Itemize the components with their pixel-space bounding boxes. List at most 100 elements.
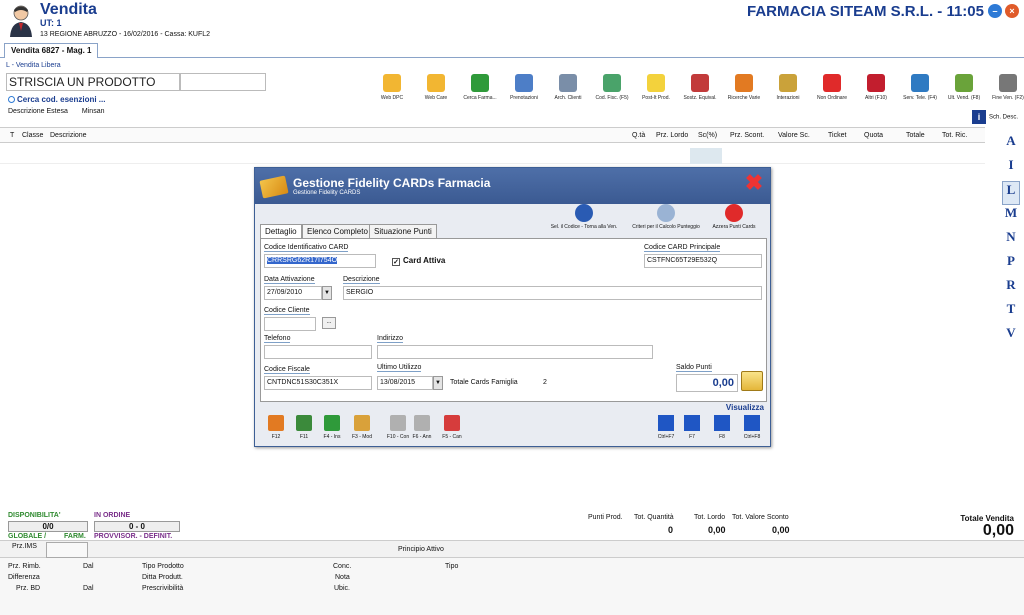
dialog-action-3[interactable]: Azzera Punti Cards xyxy=(703,204,765,236)
toolbar-button-13[interactable]: Serv. Tele. (F4) xyxy=(898,74,942,106)
column-header: Q.tà xyxy=(632,132,646,139)
barcode-extra-input[interactable] xyxy=(180,73,266,91)
toolbar-button-icon xyxy=(383,74,401,92)
column-header: Quota xyxy=(864,132,884,139)
toolbar-button-icon xyxy=(603,74,621,92)
toolbar-button-icon xyxy=(999,74,1017,92)
table-row[interactable] xyxy=(0,148,985,164)
alphabet-letter-l[interactable]: L xyxy=(1002,181,1020,205)
footer-button-icon xyxy=(390,415,406,431)
card-code-field[interactable]: CRRSRG62R17I754O xyxy=(264,254,376,268)
global-label: GLOBALE / xyxy=(8,533,47,540)
refund-price-label: Prz. Rimb. xyxy=(8,563,41,570)
fiscal-code-field[interactable]: CNTDNC51S30C351X xyxy=(264,376,372,390)
footer-button-4[interactable]: F3 - Mod xyxy=(348,415,376,445)
search-exemption-link[interactable]: Cerca cod. esenzioni ... xyxy=(8,95,105,104)
main-card-field[interactable]: CSTFNC65T29E532Q xyxy=(644,254,762,268)
key-icon[interactable] xyxy=(741,371,763,391)
card-active-checkbox[interactable]: ✓ Card Attiva xyxy=(392,256,445,266)
user-icon xyxy=(10,5,32,37)
customer-code-field[interactable] xyxy=(264,317,316,331)
toolbar-button-label: Web Care xyxy=(424,95,448,101)
toolbar-button-12[interactable]: Altri (F10) xyxy=(854,74,898,106)
footer-button-icon xyxy=(296,415,312,431)
column-header: T xyxy=(10,132,15,139)
difference-label: Differenza xyxy=(8,574,40,581)
alphabet-letter-i[interactable]: I xyxy=(1002,157,1020,181)
alphabet-letter-p[interactable]: P xyxy=(1002,253,1020,277)
sch-desc-label: Sch. Desc. xyxy=(988,114,1018,121)
nav-button-4[interactable]: Ctrl+F8 xyxy=(738,415,766,445)
toolbar-button-10[interactable]: Interazioni xyxy=(766,74,810,106)
nav-button-3[interactable]: F8 xyxy=(708,415,736,445)
toolbar-button-11[interactable]: Non Ordinare xyxy=(810,74,854,106)
dialog-tab-3[interactable]: Situazione Punti xyxy=(369,224,437,238)
footer-button-7[interactable]: F5 - Can xyxy=(438,415,466,445)
toolbar-button-icon xyxy=(647,74,665,92)
toolbar-button-8[interactable]: Sostz. Equival. xyxy=(678,74,722,106)
toolbar-button-5[interactable]: Arch. Clienti xyxy=(546,74,590,106)
toolbar-button-15[interactable]: Fine Ven. (F2) xyxy=(986,74,1024,106)
nav-arrow-icon xyxy=(658,415,674,431)
footer-button-3[interactable]: F4 - Ins xyxy=(318,415,346,445)
dialog-action-1[interactable]: Sel. il Codice - Torna alla Ven. xyxy=(543,204,625,236)
nav-button-1[interactable]: Ctrl+F7 xyxy=(652,415,680,445)
toolbar-button-icon xyxy=(559,74,577,92)
total-gross-value: 0,00 xyxy=(708,525,726,535)
footer-button-icon xyxy=(354,415,370,431)
footer-button-6[interactable]: F6 - Ann xyxy=(408,415,436,445)
active-ingredient-label: Principio Attivo xyxy=(398,546,444,553)
footer-button-1[interactable]: F12 xyxy=(262,415,290,445)
app-header: Vendita UT: 1 13 REGIONE ABRUZZO - 16/02… xyxy=(0,0,1024,44)
alphabet-letter-n[interactable]: N xyxy=(1002,229,1020,253)
product-points-label: Punti Prod. xyxy=(588,514,623,521)
toolbar-button-label: Ult. Vend. (F8) xyxy=(947,95,981,101)
search-exemption-label: Cerca cod. esenzioni ... xyxy=(17,95,106,104)
dialog-tab-2[interactable]: Elenco Completo xyxy=(302,224,373,238)
activation-date-field[interactable]: 27/09/2010 xyxy=(264,286,322,300)
alphabet-letter-v[interactable]: V xyxy=(1002,325,1020,349)
alphabet-letter-t[interactable]: T xyxy=(1002,301,1020,325)
toolbar-button-9[interactable]: Ricerche Varie xyxy=(722,74,766,106)
address-field[interactable] xyxy=(377,345,653,359)
toolbar-button-7[interactable]: Post-It Prod. xyxy=(634,74,678,106)
chevron-down-icon[interactable]: ▼ xyxy=(433,376,443,390)
pharmacy-name: FARMACIA SITEAM S.R.L. - 11:05 xyxy=(747,3,984,20)
search-icon xyxy=(8,96,15,103)
alphabet-letter-a[interactable]: A xyxy=(1002,133,1020,157)
dialog-subtitle: Gestione Fidelity CARDS xyxy=(293,190,361,196)
toolbar-button-14[interactable]: Ult. Vend. (F8) xyxy=(942,74,986,106)
barcode-input[interactable]: STRISCIA UN PRODOTTO xyxy=(6,73,180,91)
dialog-action-2[interactable]: Criteri per il Calcolo Punteggio xyxy=(625,204,707,236)
footer-button-2[interactable]: F11 xyxy=(290,415,318,445)
toolbar-button-3[interactable]: Cerca Farma... xyxy=(458,74,502,106)
toolbar-button-6[interactable]: Cod. Fisc. (F5) xyxy=(590,74,634,106)
chevron-down-icon[interactable]: ▼ xyxy=(322,286,332,300)
toolbar-button-icon xyxy=(471,74,489,92)
in-order-value[interactable]: 0 - 0 xyxy=(94,521,180,532)
in-order-label: IN ORDINE xyxy=(94,512,131,519)
card-icon xyxy=(259,175,289,199)
nav-button-2[interactable]: F7 xyxy=(678,415,706,445)
footer-button-label: F12 xyxy=(271,434,281,440)
phone-field[interactable] xyxy=(264,345,372,359)
close-icon[interactable]: × xyxy=(1005,4,1019,18)
minimize-icon[interactable]: – xyxy=(988,4,1002,18)
footer-button-label: F4 - Ins xyxy=(323,434,341,440)
last-use-field[interactable]: 13/08/2015 xyxy=(377,376,433,390)
customer-lookup-button[interactable]: ... xyxy=(322,317,336,329)
ims-price-field[interactable] xyxy=(46,542,88,558)
dialog-tab-1[interactable]: Dettaglio xyxy=(260,224,302,239)
activation-date-label: Data Attivazione xyxy=(264,276,315,284)
sch-desc-button[interactable]: i Sch. Desc. xyxy=(971,110,1018,124)
close-icon[interactable]: ✖ xyxy=(744,172,764,194)
toolbar-button-2[interactable]: Web Care xyxy=(414,74,458,106)
alphabet-letter-r[interactable]: R xyxy=(1002,277,1020,301)
toolbar-button-1[interactable]: Web DPC xyxy=(370,74,414,106)
description-field[interactable]: SERGIO xyxy=(343,286,762,300)
last-use-label: Ultimo Utilizzo xyxy=(377,364,422,372)
tab-vendita[interactable]: Vendita 6827 - Mag. 1 xyxy=(4,43,99,58)
toolbar-button-4[interactable]: Prenotazioni xyxy=(502,74,546,106)
alphabet-letter-m[interactable]: M xyxy=(1002,205,1020,229)
footer-button-label: F6 - Ann xyxy=(412,434,432,440)
